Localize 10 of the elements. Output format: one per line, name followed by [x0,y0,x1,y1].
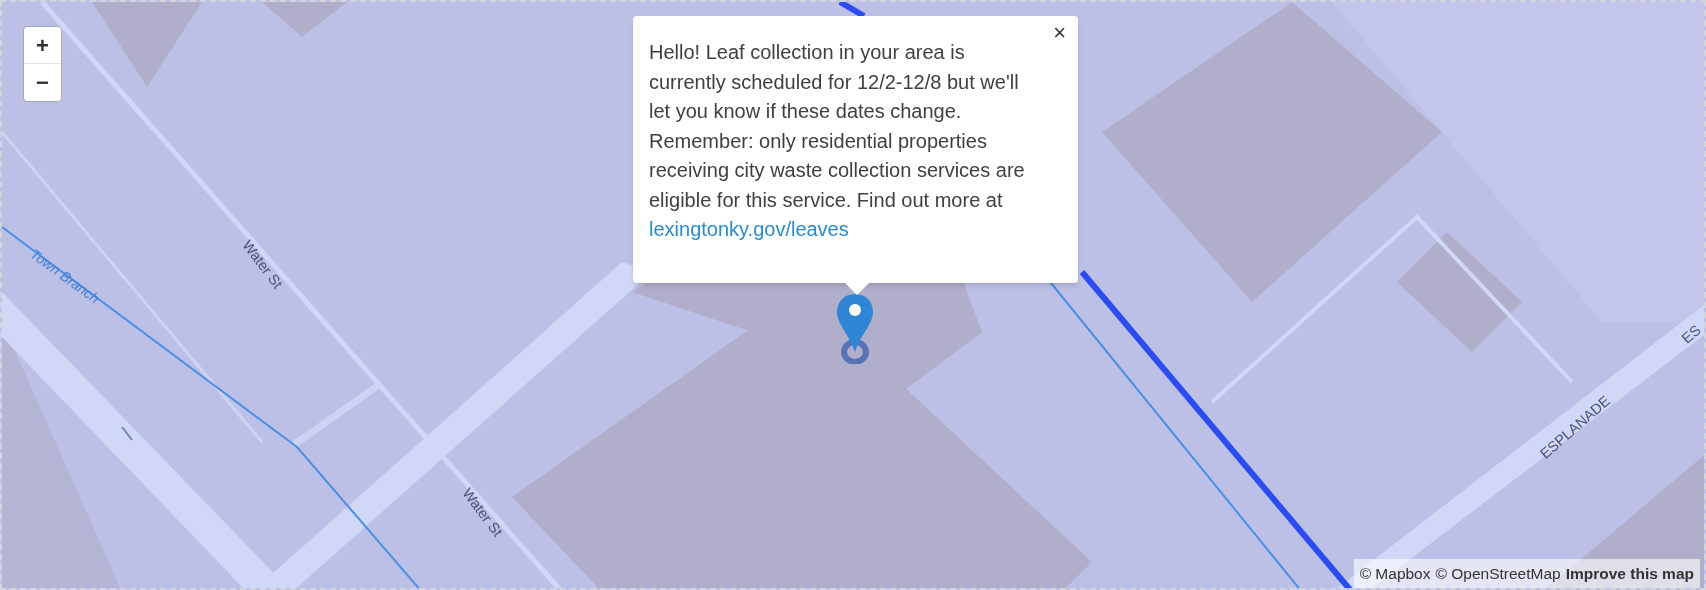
leaves-link[interactable]: lexingtonky.gov/leaves [649,218,849,240]
street-label: ES [1677,320,1704,349]
attribution-link[interactable]: © OpenStreetMap [1435,561,1561,585]
popup-tip [845,283,869,295]
popup-message: Hello! Leaf collection in your area is currently scheduled for 12/2-12/8 but we'll let you know if these dates change. Remember: only residential properties receiving city waste collection services are eligible for this service. Find out more at lexingtonky.gov/leaves [649,40,1026,242]
zoom-in-button[interactable]: + [24,27,61,64]
improve-map-link[interactable]: Improve this map [1565,561,1694,585]
zoom-out-button[interactable]: − [24,64,61,101]
close-button[interactable]: × [1049,18,1070,48]
attribution-link[interactable]: © Mapbox [1359,561,1431,585]
